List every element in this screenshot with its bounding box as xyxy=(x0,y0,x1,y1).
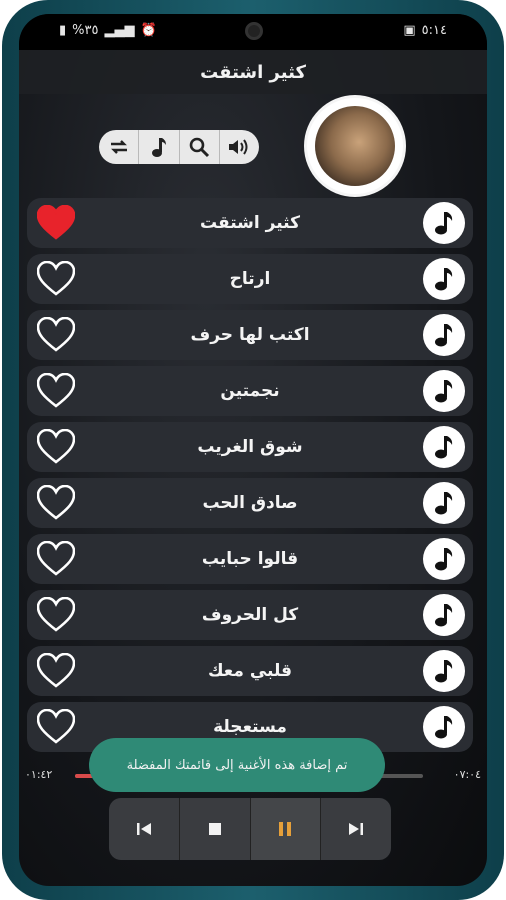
song-title: ارتاح xyxy=(229,269,271,289)
play-song-button[interactable] xyxy=(423,706,465,748)
play-song-button[interactable] xyxy=(423,258,465,300)
music-note-icon xyxy=(435,436,453,459)
volume-button[interactable] xyxy=(220,130,259,164)
play-song-button[interactable] xyxy=(423,482,465,524)
song-title: قلبي معك xyxy=(207,661,293,681)
favorite-heart-icon[interactable] xyxy=(36,428,76,465)
favorite-heart-icon[interactable] xyxy=(36,316,76,353)
header-area xyxy=(19,94,487,198)
favorite-heart-icon[interactable] xyxy=(36,372,76,409)
status-clock: ٥:١٤ xyxy=(421,23,447,38)
camera-icon xyxy=(245,22,263,40)
play-song-button[interactable] xyxy=(423,538,465,580)
play-song-button[interactable] xyxy=(423,426,465,468)
repeat-button[interactable] xyxy=(99,130,140,164)
control-buttons xyxy=(99,130,259,164)
song-row[interactable]: ارتاح xyxy=(27,254,473,304)
app-screen: ▮ %٣٥ ▂▄▆ ⏰ ▣ ٥:١٤ كثير اشتقت كثير اشتقت… xyxy=(19,14,487,886)
previous-button[interactable] xyxy=(109,798,180,860)
music-note-icon xyxy=(435,716,453,739)
song-row[interactable]: شوق الغريب xyxy=(27,422,473,472)
pause-button[interactable] xyxy=(250,798,322,860)
search-icon xyxy=(189,137,210,158)
skip-next-icon xyxy=(349,823,364,835)
favorite-heart-icon[interactable] xyxy=(36,708,76,745)
play-song-button[interactable] xyxy=(423,202,465,244)
play-song-button[interactable] xyxy=(423,370,465,412)
pause-icon xyxy=(279,822,292,836)
volume-icon xyxy=(229,139,248,155)
signal-icon: ▂▄▆ xyxy=(104,23,135,38)
play-song-button[interactable] xyxy=(423,314,465,356)
music-note-icon xyxy=(435,604,453,627)
elapsed-time: ٠١:٤٢ xyxy=(25,768,53,781)
artist-avatar xyxy=(307,98,403,194)
artist-photo xyxy=(315,106,395,186)
favorite-heart-icon[interactable] xyxy=(36,204,76,241)
song-row[interactable]: كل الحروف xyxy=(27,590,473,640)
favorite-heart-icon[interactable] xyxy=(36,540,76,577)
favorite-heart-icon[interactable] xyxy=(36,596,76,633)
music-note-icon xyxy=(435,380,453,403)
alarm-icon: ⏰ xyxy=(140,23,157,38)
next-button[interactable] xyxy=(321,798,391,860)
music-note-icon xyxy=(435,660,453,683)
song-row[interactable]: نجمتين xyxy=(27,366,473,416)
title-bar: كثير اشتقت xyxy=(19,50,487,94)
stop-icon xyxy=(208,823,221,835)
page-title: كثير اشتقت xyxy=(200,61,306,83)
song-row[interactable]: صادق الحب xyxy=(27,478,473,528)
song-title: كل الحروف xyxy=(201,605,299,625)
music-note-icon xyxy=(435,492,453,515)
playback-controls xyxy=(109,798,391,860)
music-note-icon xyxy=(435,548,453,571)
song-list: كثير اشتقت ارتاح اكتب لها حرف نجمتين شوق الغ… xyxy=(27,198,473,758)
battery-percent: %٣٥ xyxy=(72,23,99,38)
search-button[interactable] xyxy=(180,130,220,164)
favorite-heart-icon[interactable] xyxy=(36,652,76,689)
song-title: اكتب لها حرف xyxy=(190,325,310,345)
favorite-heart-icon[interactable] xyxy=(36,260,76,297)
song-title: كثير اشتقت xyxy=(200,213,300,233)
music-note-icon xyxy=(435,212,453,235)
battery-icon: ▮ xyxy=(59,23,67,38)
music-note-icon xyxy=(435,268,453,291)
song-title: شوق الغريب xyxy=(197,437,303,457)
song-row[interactable]: قلبي معك xyxy=(27,646,473,696)
stop-button[interactable] xyxy=(180,798,251,860)
song-row[interactable]: قالوا حبايب xyxy=(27,534,473,584)
repeat-icon xyxy=(110,140,127,154)
skip-previous-icon xyxy=(136,823,151,835)
music-note-icon xyxy=(151,138,166,157)
play-song-button[interactable] xyxy=(423,594,465,636)
status-left: ▮ %٣٥ ▂▄▆ ⏰ xyxy=(59,23,157,38)
notification-icon: ▣ xyxy=(403,23,416,38)
song-row[interactable]: اكتب لها حرف xyxy=(27,310,473,360)
music-button[interactable] xyxy=(139,130,180,164)
song-title: قالوا حبايب xyxy=(201,549,299,569)
play-song-button[interactable] xyxy=(423,650,465,692)
phone-frame: ▮ %٣٥ ▂▄▆ ⏰ ▣ ٥:١٤ كثير اشتقت كثير اشتقت… xyxy=(2,0,504,900)
song-row[interactable]: كثير اشتقت xyxy=(27,198,473,248)
favorite-heart-icon[interactable] xyxy=(36,484,76,521)
music-note-icon xyxy=(435,324,453,347)
toast-message: تم إضافة هذه الأغنية إلى قائمتك المفضلة xyxy=(126,757,348,773)
toast-notification: تم إضافة هذه الأغنية إلى قائمتك المفضلة xyxy=(89,738,385,792)
song-title: صادق الحب xyxy=(202,493,298,513)
song-title: نجمتين xyxy=(220,381,280,401)
total-time: ٠٧:٠٤ xyxy=(453,768,481,781)
status-bar: ▮ %٣٥ ▂▄▆ ⏰ ▣ ٥:١٤ xyxy=(19,14,487,50)
status-right: ▣ ٥:١٤ xyxy=(403,23,447,38)
